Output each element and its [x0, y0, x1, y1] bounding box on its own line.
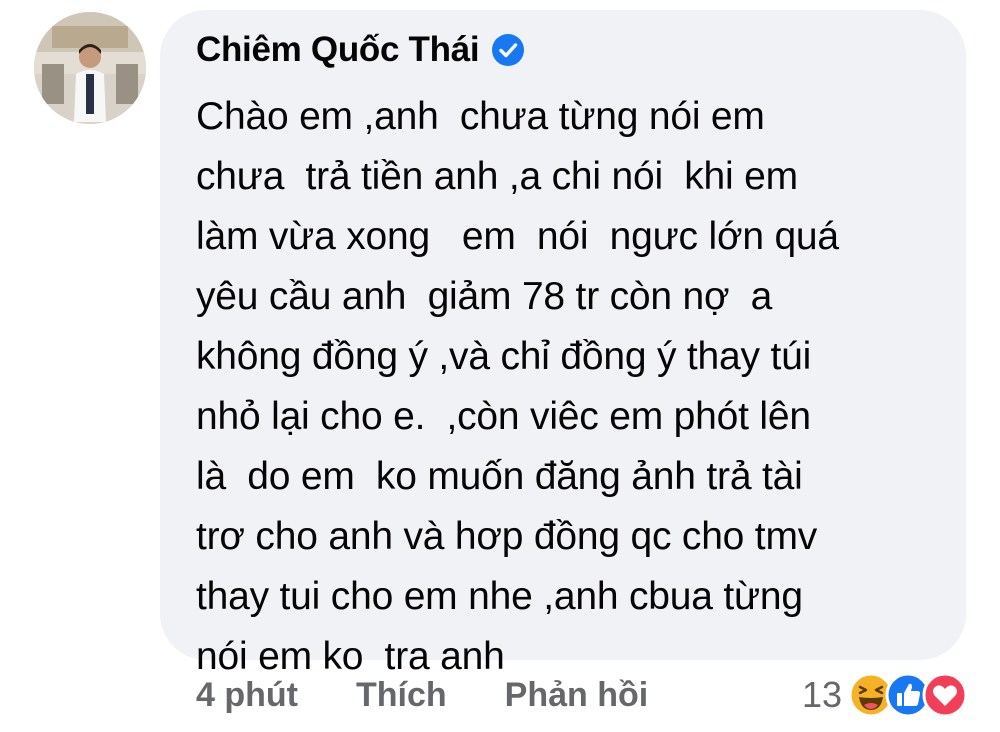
author-avatar[interactable] — [34, 12, 146, 124]
comment-line: trơ cho anh và hơp đồng qc cho tmv — [196, 515, 818, 558]
comment-line: nhỏ lại cho e. ,còn viêc em phót lên — [196, 395, 811, 438]
comment-timestamp[interactable]: 4 phút — [196, 676, 298, 715]
comment-bubble: Chiêm Quốc Thái Chào em ,anh chưa từng n… — [160, 10, 966, 678]
reaction-count: 13 — [801, 674, 842, 715]
comment-line: làm vừa xong em nói ngưc lớn quá — [196, 215, 839, 258]
author-name[interactable]: Chiêm Quốc Thái — [196, 30, 480, 70]
comment-line: không đồng ý ,và chỉ đồng ý thay túi — [196, 335, 812, 378]
comment-line: là do em ko muốn đăng ảnh trả tài — [196, 455, 803, 498]
comment-actions: 4 phút Thích Phản hồi — [196, 676, 648, 715]
comment-line: thay tui cho em nhe ,anh cbua từng — [196, 575, 803, 618]
love-icon — [922, 672, 968, 718]
comment-line: chưa trả tiền anh ,a chi nói khi em — [196, 155, 798, 198]
doctor-avatar — [34, 12, 146, 124]
reactions-summary[interactable]: 13 — [802, 672, 968, 718]
reply-button[interactable]: Phản hồi — [505, 676, 649, 715]
author-row: Chiêm Quốc Thái — [196, 30, 525, 70]
comment-text: Chào em ,anh chưa từng nói em chưa trả t… — [196, 87, 956, 687]
reaction-icons — [848, 672, 968, 718]
comment-line: yêu cầu anh giảm 78 tr còn nợ a — [196, 275, 773, 318]
verified-badge-icon — [492, 34, 525, 66]
like-button[interactable]: Thích — [356, 676, 447, 715]
comment-line: Chào em ,anh chưa từng nói em — [196, 95, 765, 138]
